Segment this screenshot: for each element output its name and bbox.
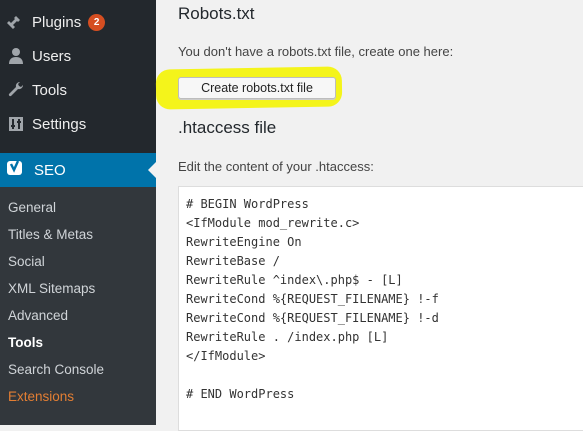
user-icon — [6, 46, 26, 66]
submenu-item-tools[interactable]: Tools — [8, 335, 43, 350]
htaccess-description: Edit the content of your .htaccess: — [178, 159, 374, 174]
submenu-item-social[interactable]: Social — [8, 254, 45, 269]
code-line: RewriteBase / — [186, 254, 280, 268]
sidebar-item-label: Users — [32, 47, 72, 65]
wrench-icon — [6, 80, 26, 100]
submenu-item-general[interactable]: General — [8, 200, 56, 215]
submenu-item-advanced[interactable]: Advanced — [8, 308, 68, 323]
settings-icon — [6, 114, 26, 134]
code-line: # BEGIN WordPress — [186, 197, 309, 211]
htaccess-title: .htaccess file — [178, 118, 277, 137]
sidebar-item-label: SEO — [34, 161, 66, 179]
admin-sidebar: Plugins 2 Users Tools Settings SEO Gener… — [0, 0, 156, 425]
sidebar-item-plugins[interactable]: Plugins 2 — [0, 5, 156, 39]
code-line: <IfModule mod_rewrite.c> — [186, 216, 360, 230]
create-robots-button[interactable]: Create robots.txt file — [178, 77, 336, 99]
robots-title: Robots.txt — [178, 4, 255, 23]
sidebar-item-tools[interactable]: Tools — [0, 73, 156, 107]
code-line: # END WordPress — [186, 387, 295, 401]
plugin-icon — [6, 12, 26, 32]
sidebar-item-users[interactable]: Users — [0, 39, 156, 73]
sidebar-item-seo[interactable]: SEO — [0, 153, 156, 187]
sidebar-item-label: Plugins — [32, 13, 82, 31]
submenu-item-search-console[interactable]: Search Console — [8, 362, 104, 377]
code-line: RewriteRule . /index.php [L] — [186, 330, 389, 344]
code-line: RewriteCond %{REQUEST_FILENAME} !-d — [186, 311, 439, 325]
sidebar-item-label: Tools — [32, 81, 68, 99]
code-line: RewriteRule ^index\.php$ - [L] — [186, 273, 403, 287]
robots-description: You don't have a robots.txt file, create… — [178, 44, 454, 59]
update-count-badge: 2 — [88, 13, 106, 31]
yoast-icon — [6, 159, 24, 181]
code-line: RewriteEngine On — [186, 235, 302, 249]
code-line: </IfModule> — [186, 349, 266, 363]
sidebar-item-label: Settings — [32, 115, 87, 133]
submenu-item-titles-metas[interactable]: Titles & Metas — [8, 227, 93, 242]
seo-submenu: General Titles & Metas Social XML Sitema… — [0, 187, 156, 425]
submenu-item-xml-sitemaps[interactable]: XML Sitemaps — [8, 281, 95, 296]
code-line: RewriteCond %{REQUEST_FILENAME} !-f — [186, 292, 439, 306]
submenu-item-extensions[interactable]: Extensions — [8, 389, 74, 404]
sidebar-item-settings[interactable]: Settings — [0, 107, 156, 141]
main-content: Robots.txt You don't have a robots.txt f… — [155, 0, 583, 431]
htaccess-textarea[interactable]: # BEGIN WordPress <IfModule mod_rewrite.… — [178, 186, 583, 431]
